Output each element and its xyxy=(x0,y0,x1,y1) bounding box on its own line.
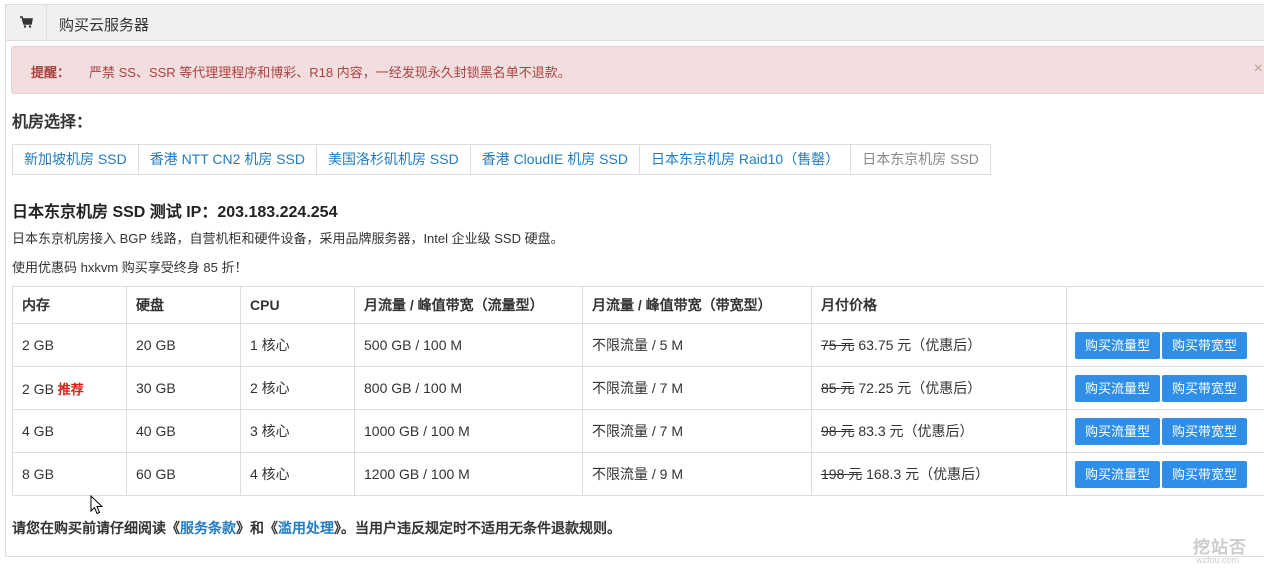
price-cell: 98 元 83.3 元（优惠后） xyxy=(811,409,1067,453)
cart-icon xyxy=(20,16,33,28)
plans-table: 内存 硬盘 CPU 月流量 / 峰值带宽（流量型） 月流量 / 峰值带宽（带宽型… xyxy=(12,286,1264,496)
price-cell: 75 元 63.75 元（优惠后） xyxy=(811,323,1067,367)
disk-cell: 20 GB xyxy=(126,323,241,367)
warning-alert: 提醒： 严禁 SS、SSR 等代理理程序和博彩、R18 内容，一经发现永久封锁黑… xyxy=(11,46,1264,94)
buy-bandwidth-button[interactable]: 购买带宽型 xyxy=(1162,374,1248,402)
traffic-cell: 1000 GB / 100 M xyxy=(354,409,583,453)
col-bandwidth: 月流量 / 峰值带宽（带宽型） xyxy=(582,286,812,324)
tab-tokyo-ssd[interactable]: 日本东京机房 SSD xyxy=(851,145,990,174)
price-cell: 198 元 168.3 元（优惠后） xyxy=(811,452,1067,496)
bandwidth-cell: 不限流量 / 7 M xyxy=(582,409,812,453)
traffic-cell: 1200 GB / 100 M xyxy=(354,452,583,496)
old-price: 198 元 xyxy=(821,466,863,482)
col-disk: 硬盘 xyxy=(126,286,241,324)
datacenter-select-label: 机房选择： xyxy=(12,114,93,131)
actions-cell: 购买流量型 购买带宽型 xyxy=(1066,452,1264,496)
promo-text: 使用优惠码 hxkvm 购买享受终身 85 折！ xyxy=(12,260,248,275)
memory-cell: 2 GB 推荐 xyxy=(12,366,127,410)
tab-tokyo-raid10[interactable]: 日本东京机房 Raid10（售罄） xyxy=(640,145,852,174)
header-divider xyxy=(46,5,47,41)
cpu-cell: 2 核心 xyxy=(240,366,355,410)
bandwidth-cell: 不限流量 / 9 M xyxy=(582,452,812,496)
col-actions xyxy=(1066,286,1264,324)
new-price: 63.75 元（优惠后） xyxy=(858,337,982,353)
recommended-badge: 推荐 xyxy=(57,381,84,397)
bandwidth-cell: 不限流量 / 7 M xyxy=(582,366,812,410)
cpu-cell: 3 核心 xyxy=(240,409,355,453)
new-price: 72.25 元（优惠后） xyxy=(858,380,982,396)
tab-hk-cloudie[interactable]: 香港 CloudIE 机房 SSD xyxy=(471,145,640,174)
actions-cell: 购买流量型 购买带宽型 xyxy=(1066,366,1264,410)
tab-hk-ntt-cn2[interactable]: 香港 NTT CN2 机房 SSD xyxy=(139,145,317,174)
tab-us-la[interactable]: 美国洛杉矶机房 SSD xyxy=(317,145,471,174)
buy-bandwidth-button[interactable]: 购买带宽型 xyxy=(1162,460,1248,488)
memory-cell: 4 GB xyxy=(12,409,127,453)
datacenter-tabs: 新加坡机房 SSD 香港 NTT CN2 机房 SSD 美国洛杉矶机房 SSD … xyxy=(12,144,991,175)
traffic-cell: 800 GB / 100 M xyxy=(354,366,583,410)
col-traffic: 月流量 / 峰值带宽（流量型） xyxy=(354,286,583,324)
actions-cell: 购买流量型 购买带宽型 xyxy=(1066,323,1264,367)
buy-traffic-button[interactable]: 购买流量型 xyxy=(1075,417,1161,445)
new-price: 83.3 元（优惠后） xyxy=(858,423,974,439)
page-title: 购买云服务器 xyxy=(59,17,150,34)
disk-cell: 30 GB xyxy=(126,366,241,410)
bandwidth-cell: 不限流量 / 5 M xyxy=(582,323,812,367)
panel-header: 购买云服务器 xyxy=(6,5,1264,41)
memory-cell: 2 GB xyxy=(12,323,127,367)
abuse-link[interactable]: 滥用处理 xyxy=(278,520,334,536)
alert-label: 提醒： xyxy=(31,65,71,80)
col-cpu: CPU xyxy=(240,286,355,324)
datacenter-title: 日本东京机房 SSD 测试 IP：203.183.224.254 xyxy=(12,204,338,221)
buy-bandwidth-button[interactable]: 购买带宽型 xyxy=(1162,417,1248,445)
traffic-cell: 500 GB / 100 M xyxy=(354,323,583,367)
table-row: 2 GB 推荐 30 GB 2 核心 800 GB / 100 M 不限流量 /… xyxy=(12,366,1264,410)
memory-cell: 8 GB xyxy=(12,452,127,496)
buy-traffic-button[interactable]: 购买流量型 xyxy=(1075,374,1161,402)
actions-cell: 购买流量型 购买带宽型 xyxy=(1066,409,1264,453)
datacenter-description: 日本东京机房接入 BGP 线路，自营机柜和硬件设备，采用品牌服务器，Intel … xyxy=(12,231,564,246)
tab-singapore[interactable]: 新加坡机房 SSD xyxy=(13,145,139,174)
disk-cell: 60 GB xyxy=(126,452,241,496)
cpu-cell: 1 核心 xyxy=(240,323,355,367)
table-row: 4 GB 40 GB 3 核心 1000 GB / 100 M 不限流量 / 7… xyxy=(12,409,1264,453)
watermark-sub: wzfou.com xyxy=(1196,555,1240,565)
old-price: 98 元 xyxy=(821,423,855,439)
col-price: 月付价格 xyxy=(811,286,1067,324)
new-price: 168.3 元（优惠后） xyxy=(866,466,990,482)
close-icon[interactable]: × xyxy=(1254,60,1263,78)
old-price: 85 元 xyxy=(821,380,855,396)
old-price: 75 元 xyxy=(821,337,855,353)
disk-cell: 40 GB xyxy=(126,409,241,453)
col-memory: 内存 xyxy=(12,286,127,324)
terms-link[interactable]: 服务条款 xyxy=(180,520,236,536)
table-header-row: 内存 硬盘 CPU 月流量 / 峰值带宽（流量型） 月流量 / 峰值带宽（带宽型… xyxy=(12,286,1264,324)
buy-traffic-button[interactable]: 购买流量型 xyxy=(1075,460,1161,488)
cpu-cell: 4 核心 xyxy=(240,452,355,496)
purchase-notice: 请您在购买前请仔细阅读《服务条款》和《滥用处理》。当用户违反规定时不适用无条件退… xyxy=(12,520,621,536)
table-row: 8 GB 60 GB 4 核心 1200 GB / 100 M 不限流量 / 9… xyxy=(12,452,1264,496)
alert-text: 严禁 SS、SSR 等代理理程序和博彩、R18 内容，一经发现永久封锁黑名单不退… xyxy=(89,65,571,80)
price-cell: 85 元 72.25 元（优惠后） xyxy=(811,366,1067,410)
buy-bandwidth-button[interactable]: 购买带宽型 xyxy=(1162,331,1248,359)
buy-traffic-button[interactable]: 购买流量型 xyxy=(1075,331,1161,359)
table-row: 2 GB 20 GB 1 核心 500 GB / 100 M 不限流量 / 5 … xyxy=(12,323,1264,367)
mouse-cursor-icon xyxy=(90,495,104,515)
